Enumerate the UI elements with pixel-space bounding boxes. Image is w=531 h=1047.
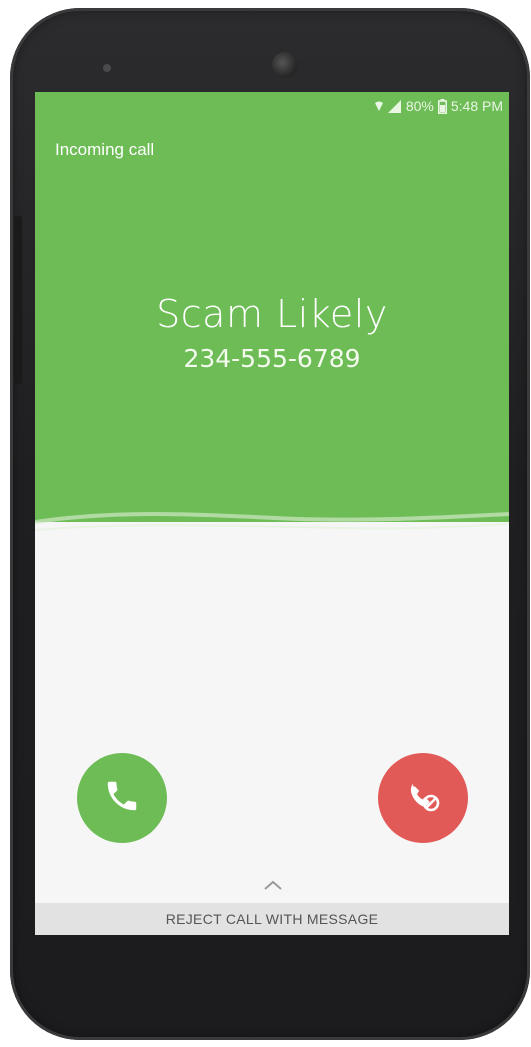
chevron-up-icon[interactable] (263, 879, 283, 891)
status-bar: 80% 5:48 PM (374, 96, 503, 116)
phone-icon (103, 777, 141, 819)
answer-call-button[interactable] (77, 753, 167, 843)
call-screen: 80% 5:48 PM Incoming call Scam Likely 23… (35, 92, 509, 935)
reject-with-message-label: REJECT CALL WITH MESSAGE (165, 911, 379, 927)
phone-hangup-block-icon (401, 776, 445, 820)
front-camera (272, 52, 298, 78)
battery-percent: 80% (405, 98, 434, 114)
reject-with-message-button[interactable]: REJECT CALL WITH MESSAGE (35, 903, 509, 935)
caller-number: 234-555-6789 (183, 344, 361, 373)
reject-call-button[interactable] (378, 753, 468, 843)
proximity-sensor (103, 64, 111, 72)
caller-name: Scam Likely (156, 292, 388, 336)
header-wave (35, 504, 509, 531)
wifi-icon (374, 100, 384, 112)
signal-icon (387, 99, 402, 113)
call-state-label: Incoming call (55, 140, 155, 159)
clock: 5:48 PM (450, 98, 503, 114)
side-volume-button (14, 216, 22, 384)
battery-icon (437, 98, 447, 114)
